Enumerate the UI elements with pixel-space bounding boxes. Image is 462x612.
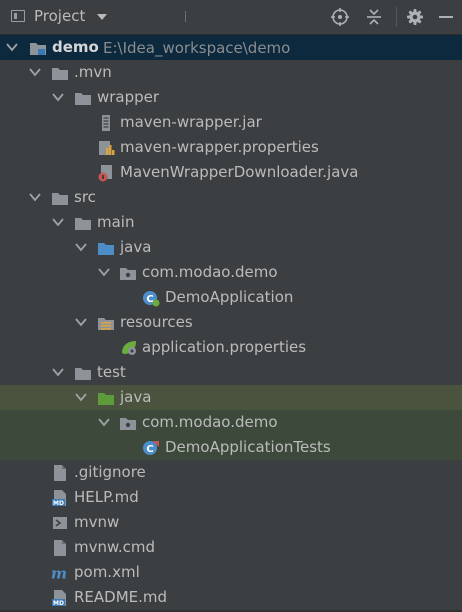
root-name: demo: [52, 38, 99, 56]
node-label: application.properties: [142, 338, 307, 356]
node-label: com.modao.demo: [142, 263, 278, 281]
chevron-down-icon[interactable]: [98, 267, 110, 277]
node-label: mvnw: [74, 513, 120, 531]
tree-node-mvnw[interactable]: mvnw: [0, 510, 462, 535]
node-label: main: [97, 213, 135, 231]
node-label: pom.xml: [74, 563, 140, 581]
tree-node-mvn[interactable]: .mvn: [0, 60, 462, 85]
node-label: com.modao.demo: [142, 413, 278, 431]
header-divider: [185, 11, 186, 22]
tree-node-demo[interactable]: demo E:\Idea_workspace\demo: [0, 35, 462, 60]
node-label: .gitignore: [74, 463, 146, 481]
chevron-down-icon[interactable]: [75, 392, 87, 402]
node-label: DemoApplication: [165, 288, 294, 306]
project-tool-window-header: Project: [0, 0, 462, 35]
node-label: java: [120, 238, 152, 256]
tree-node-demo-application-tests[interactable]: C DemoApplicationTests: [0, 435, 462, 460]
markdown-file-icon: MD: [52, 490, 66, 507]
chevron-down-icon[interactable]: [6, 42, 18, 52]
tree-node-test-package[interactable]: com.modao.demo: [0, 410, 462, 435]
tree-node-application-properties[interactable]: application.properties: [0, 335, 462, 360]
view-dropdown-chevron-icon[interactable]: [97, 14, 107, 20]
tree-node-test-java[interactable]: java: [0, 385, 462, 410]
package-icon: [120, 268, 136, 280]
node-label: maven-wrapper.jar: [120, 113, 262, 131]
chevron-down-icon[interactable]: [98, 417, 110, 427]
tree-node-help-md[interactable]: MD HELP.md: [0, 485, 462, 510]
tree-node-main-java[interactable]: java: [0, 235, 462, 260]
node-label: test: [97, 363, 126, 381]
tree-node-wrapper[interactable]: wrapper: [0, 85, 462, 110]
svg-text:MD: MD: [53, 500, 64, 507]
node-label: .mvn: [74, 63, 112, 81]
folder-icon: [52, 68, 68, 80]
resources-folder-icon: [98, 318, 114, 330]
tree-node-src[interactable]: src: [0, 185, 462, 210]
folder-icon: [75, 218, 91, 230]
java-file-icon: [98, 165, 112, 182]
tree-node-gitignore[interactable]: .gitignore: [0, 460, 462, 485]
node-label: HELP.md: [74, 488, 139, 506]
test-class-icon: C: [143, 441, 159, 455]
node-label: DemoApplicationTests: [165, 438, 331, 456]
text-file-icon: [54, 540, 66, 556]
tree-node-readme-md[interactable]: MD README.md: [0, 585, 462, 610]
spring-properties-icon: [122, 341, 136, 355]
collapse-all-icon[interactable]: [364, 7, 384, 27]
node-label: resources: [120, 313, 193, 331]
maven-icon: m: [51, 564, 67, 582]
tree-node-mvnw-cmd[interactable]: mvnw.cmd: [0, 535, 462, 560]
svg-text:MD: MD: [53, 600, 64, 607]
properties-file-icon: [99, 141, 115, 155]
folder-icon: [75, 368, 91, 380]
chevron-down-icon[interactable]: [29, 192, 41, 202]
markdown-file-icon: MD: [52, 590, 66, 607]
tree-node-test[interactable]: test: [0, 360, 462, 385]
tree-node-pom-xml[interactable]: m pom.xml: [0, 560, 462, 585]
node-label: src: [74, 188, 96, 206]
svg-text:C: C: [146, 444, 153, 455]
test-folder-icon: [98, 393, 114, 405]
chevron-down-icon[interactable]: [52, 367, 64, 377]
tree-node-maven-wrapper-jar[interactable]: maven-wrapper.jar: [0, 110, 462, 135]
folder-icon: [75, 93, 91, 105]
tree-node-resources[interactable]: resources: [0, 310, 462, 335]
node-label: mvnw.cmd: [74, 538, 156, 556]
chevron-down-icon[interactable]: [29, 67, 41, 77]
tree-node-main-package[interactable]: com.modao.demo: [0, 260, 462, 285]
tree-node-maven-wrapper-properties[interactable]: maven-wrapper.properties: [0, 135, 462, 160]
chevron-down-icon[interactable]: [52, 217, 64, 227]
node-label: MavenWrapperDownloader.java: [120, 163, 359, 181]
spring-boot-class-icon: C: [143, 291, 160, 307]
locate-file-icon[interactable]: [330, 7, 350, 27]
header-separator: [396, 7, 397, 27]
minimize-icon[interactable]: [436, 7, 456, 27]
folder-icon: [52, 193, 68, 205]
svg-text:m: m: [51, 564, 67, 582]
tree-node-main[interactable]: main: [0, 210, 462, 235]
source-folder-icon: [98, 243, 114, 255]
project-panel-icon: [11, 10, 25, 22]
node-label: README.md: [74, 588, 168, 606]
chevron-down-icon[interactable]: [52, 92, 64, 102]
tree-node-demo-application[interactable]: C DemoApplication: [0, 285, 462, 310]
root-path: E:\Idea_workspace\demo: [103, 39, 291, 57]
shell-script-icon: [53, 517, 67, 529]
module-folder-icon: [30, 43, 46, 55]
chevron-down-icon[interactable]: [75, 317, 87, 327]
node-label: java: [120, 388, 152, 406]
jar-file-icon: [102, 115, 110, 131]
tool-window-title[interactable]: Project: [34, 7, 85, 25]
gear-icon[interactable]: [405, 7, 425, 27]
node-label: maven-wrapper.properties: [120, 138, 319, 156]
package-icon: [120, 418, 136, 430]
tree-node-maven-wrapper-downloader[interactable]: MavenWrapperDownloader.java: [0, 160, 462, 185]
node-label: wrapper: [97, 88, 160, 106]
chevron-down-icon[interactable]: [75, 242, 87, 252]
text-file-icon: [54, 465, 66, 481]
